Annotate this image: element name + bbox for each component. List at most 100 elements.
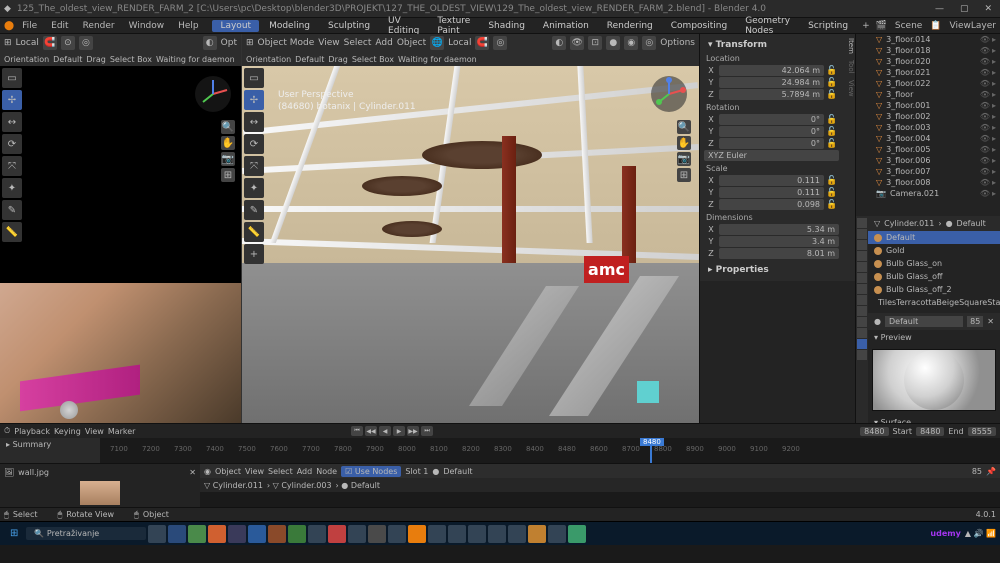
eye-icon[interactable]: 👁	[980, 167, 990, 176]
restrict-icon[interactable]: ▸	[992, 156, 996, 165]
prop-tab-constraint[interactable]	[857, 317, 867, 327]
orientation-select[interactable]: Default	[295, 55, 324, 64]
rot-y-field[interactable]: 0°	[719, 126, 824, 137]
outliner-item[interactable]: ▽3_floor.008👁▸	[856, 177, 1000, 188]
lock-icon[interactable]: 🔓	[825, 200, 839, 210]
scene-select[interactable]: Scene	[895, 21, 922, 31]
tool-move[interactable]: ↔	[2, 112, 22, 132]
camera-view-icon[interactable]: 📷	[677, 152, 691, 166]
eye-icon[interactable]: 👁	[980, 156, 990, 165]
menu-help[interactable]: Help	[172, 21, 205, 31]
lock-icon[interactable]: 🔓	[825, 90, 839, 100]
eye-icon[interactable]: 👁	[980, 189, 990, 198]
taskbar-app[interactable]	[468, 525, 486, 543]
workspace-scripting[interactable]: Scripting	[800, 20, 856, 32]
editor-icon[interactable]: ⊞	[4, 38, 12, 48]
outliner-item[interactable]: 📷Camera.021👁▸	[856, 188, 1000, 199]
tab-item[interactable]: Item	[843, 38, 855, 54]
eye-icon[interactable]: 👁	[980, 112, 990, 121]
prop-tab-world[interactable]	[857, 262, 867, 272]
prop-tab-data[interactable]	[857, 328, 867, 338]
taskbar-app[interactable]	[548, 525, 566, 543]
tool-cursor[interactable]: ▭	[244, 68, 264, 88]
prop-tab-render[interactable]	[857, 218, 867, 228]
tool-transform[interactable]: ✦	[244, 178, 264, 198]
dim-x-field[interactable]: 5.34 m	[719, 224, 839, 235]
slot-select[interactable]: Slot 1	[405, 467, 428, 476]
playback-menu[interactable]: Playback	[14, 427, 50, 436]
tray-icons[interactable]: ▲ 🔊 📶	[965, 529, 996, 538]
restrict-icon[interactable]: ▸	[992, 90, 996, 99]
taskbar-app[interactable]	[388, 525, 406, 543]
taskbar-app[interactable]	[508, 525, 526, 543]
rotation-mode-select[interactable]: XYZ Euler	[704, 150, 839, 161]
eye-icon[interactable]: 👁	[980, 145, 990, 154]
eye-icon[interactable]: 👁	[980, 46, 990, 55]
magnet-icon[interactable]: 🧲	[43, 36, 57, 50]
eye-icon[interactable]: 👁	[980, 123, 990, 132]
breadcrumb-mat[interactable]: Default	[351, 481, 380, 490]
overlay-icon[interactable]: ◐	[552, 36, 566, 50]
keying-menu[interactable]: Keying	[54, 427, 81, 436]
object-name[interactable]: Cylinder.011	[884, 219, 934, 228]
menu-file[interactable]: File	[16, 21, 43, 31]
workspace-shading[interactable]: Shading	[480, 20, 533, 32]
dim-z-field[interactable]: 8.01 m	[719, 248, 839, 259]
jump-end-icon[interactable]: ⏭	[421, 426, 433, 436]
workspace-animation[interactable]: Animation	[535, 20, 597, 32]
restrict-icon[interactable]: ▸	[992, 178, 996, 187]
node-editor-new-icon[interactable]: ✕	[189, 468, 196, 477]
node-canvas[interactable]	[200, 492, 1000, 507]
shade-material-icon[interactable]: ◉	[624, 36, 638, 50]
prop-tab-physics[interactable]	[857, 306, 867, 316]
outliner-item[interactable]: ▽3_floor.007👁▸	[856, 166, 1000, 177]
material-select[interactable]: Default	[443, 467, 472, 476]
tool-annotate[interactable]: ✎	[2, 200, 22, 220]
lock-icon[interactable]: 🔓	[825, 127, 839, 137]
lock-icon[interactable]: 🔓	[825, 66, 839, 76]
restrict-icon[interactable]: ▸	[992, 101, 996, 110]
use-nodes-toggle[interactable]: Use Nodes	[355, 467, 398, 476]
local-label[interactable]: Local	[16, 38, 39, 48]
rot-z-field[interactable]: 0°	[719, 138, 824, 149]
scale-z-field[interactable]: 0.098	[719, 199, 824, 210]
play-icon[interactable]: ▶	[393, 426, 405, 436]
material-preview[interactable]	[872, 349, 996, 411]
prop-tab-viewlayer[interactable]	[857, 240, 867, 250]
tool-measure[interactable]: 📏	[2, 222, 22, 242]
tool-measure[interactable]: 📏	[244, 222, 264, 242]
workspace-layout[interactable]: Layout	[212, 20, 259, 32]
shade-rendered-icon[interactable]: ◎	[642, 36, 656, 50]
outliner-item[interactable]: ▽3_floor.003👁▸	[856, 122, 1000, 133]
eye-icon[interactable]: 👁	[980, 35, 990, 44]
prop-tab-texture[interactable]	[857, 350, 867, 360]
lock-icon[interactable]: 🔓	[825, 188, 839, 198]
outliner-item[interactable]: ▽3_floor.005👁▸	[856, 144, 1000, 155]
timeline-editor-icon[interactable]: ⏱	[4, 426, 10, 436]
workspace-modeling[interactable]: Modeling	[261, 20, 318, 32]
outliner-item[interactable]: ▽3_floor.020👁▸	[856, 56, 1000, 67]
transform-header[interactable]: ▾ Transform	[704, 38, 839, 52]
outliner-item[interactable]: ▽3_floor.004👁▸	[856, 133, 1000, 144]
xray-icon[interactable]: 👁	[570, 36, 584, 50]
scale-y-field[interactable]: 0.111	[719, 187, 824, 198]
menu-edit[interactable]: Edit	[45, 21, 74, 31]
workspace-compositing[interactable]: Compositing	[663, 20, 735, 32]
taskbar-app[interactable]	[488, 525, 506, 543]
restrict-icon[interactable]: ▸	[992, 167, 996, 176]
lock-icon[interactable]: 🔓	[825, 139, 839, 149]
material-name[interactable]: Default	[957, 219, 986, 228]
restrict-icon[interactable]: ▸	[992, 68, 996, 77]
tool-transform[interactable]: ✦	[2, 178, 22, 198]
material-slot[interactable]: Gold	[868, 244, 1000, 257]
start-frame[interactable]: 8480	[916, 427, 944, 436]
breadcrumb-data[interactable]: Cylinder.003	[281, 481, 331, 490]
editor-type-icon[interactable]: ⊞	[246, 38, 254, 48]
eye-icon[interactable]: 👁	[980, 68, 990, 77]
lock-icon[interactable]: 🔓	[825, 176, 839, 186]
shade-wire-icon[interactable]: ⊡	[588, 36, 602, 50]
rot-x-field[interactable]: 0°	[719, 114, 824, 125]
taskbar-app[interactable]	[428, 525, 446, 543]
workspace-sculpting[interactable]: Sculpting	[320, 20, 378, 32]
zoom-icon[interactable]: 🔍	[221, 120, 235, 134]
